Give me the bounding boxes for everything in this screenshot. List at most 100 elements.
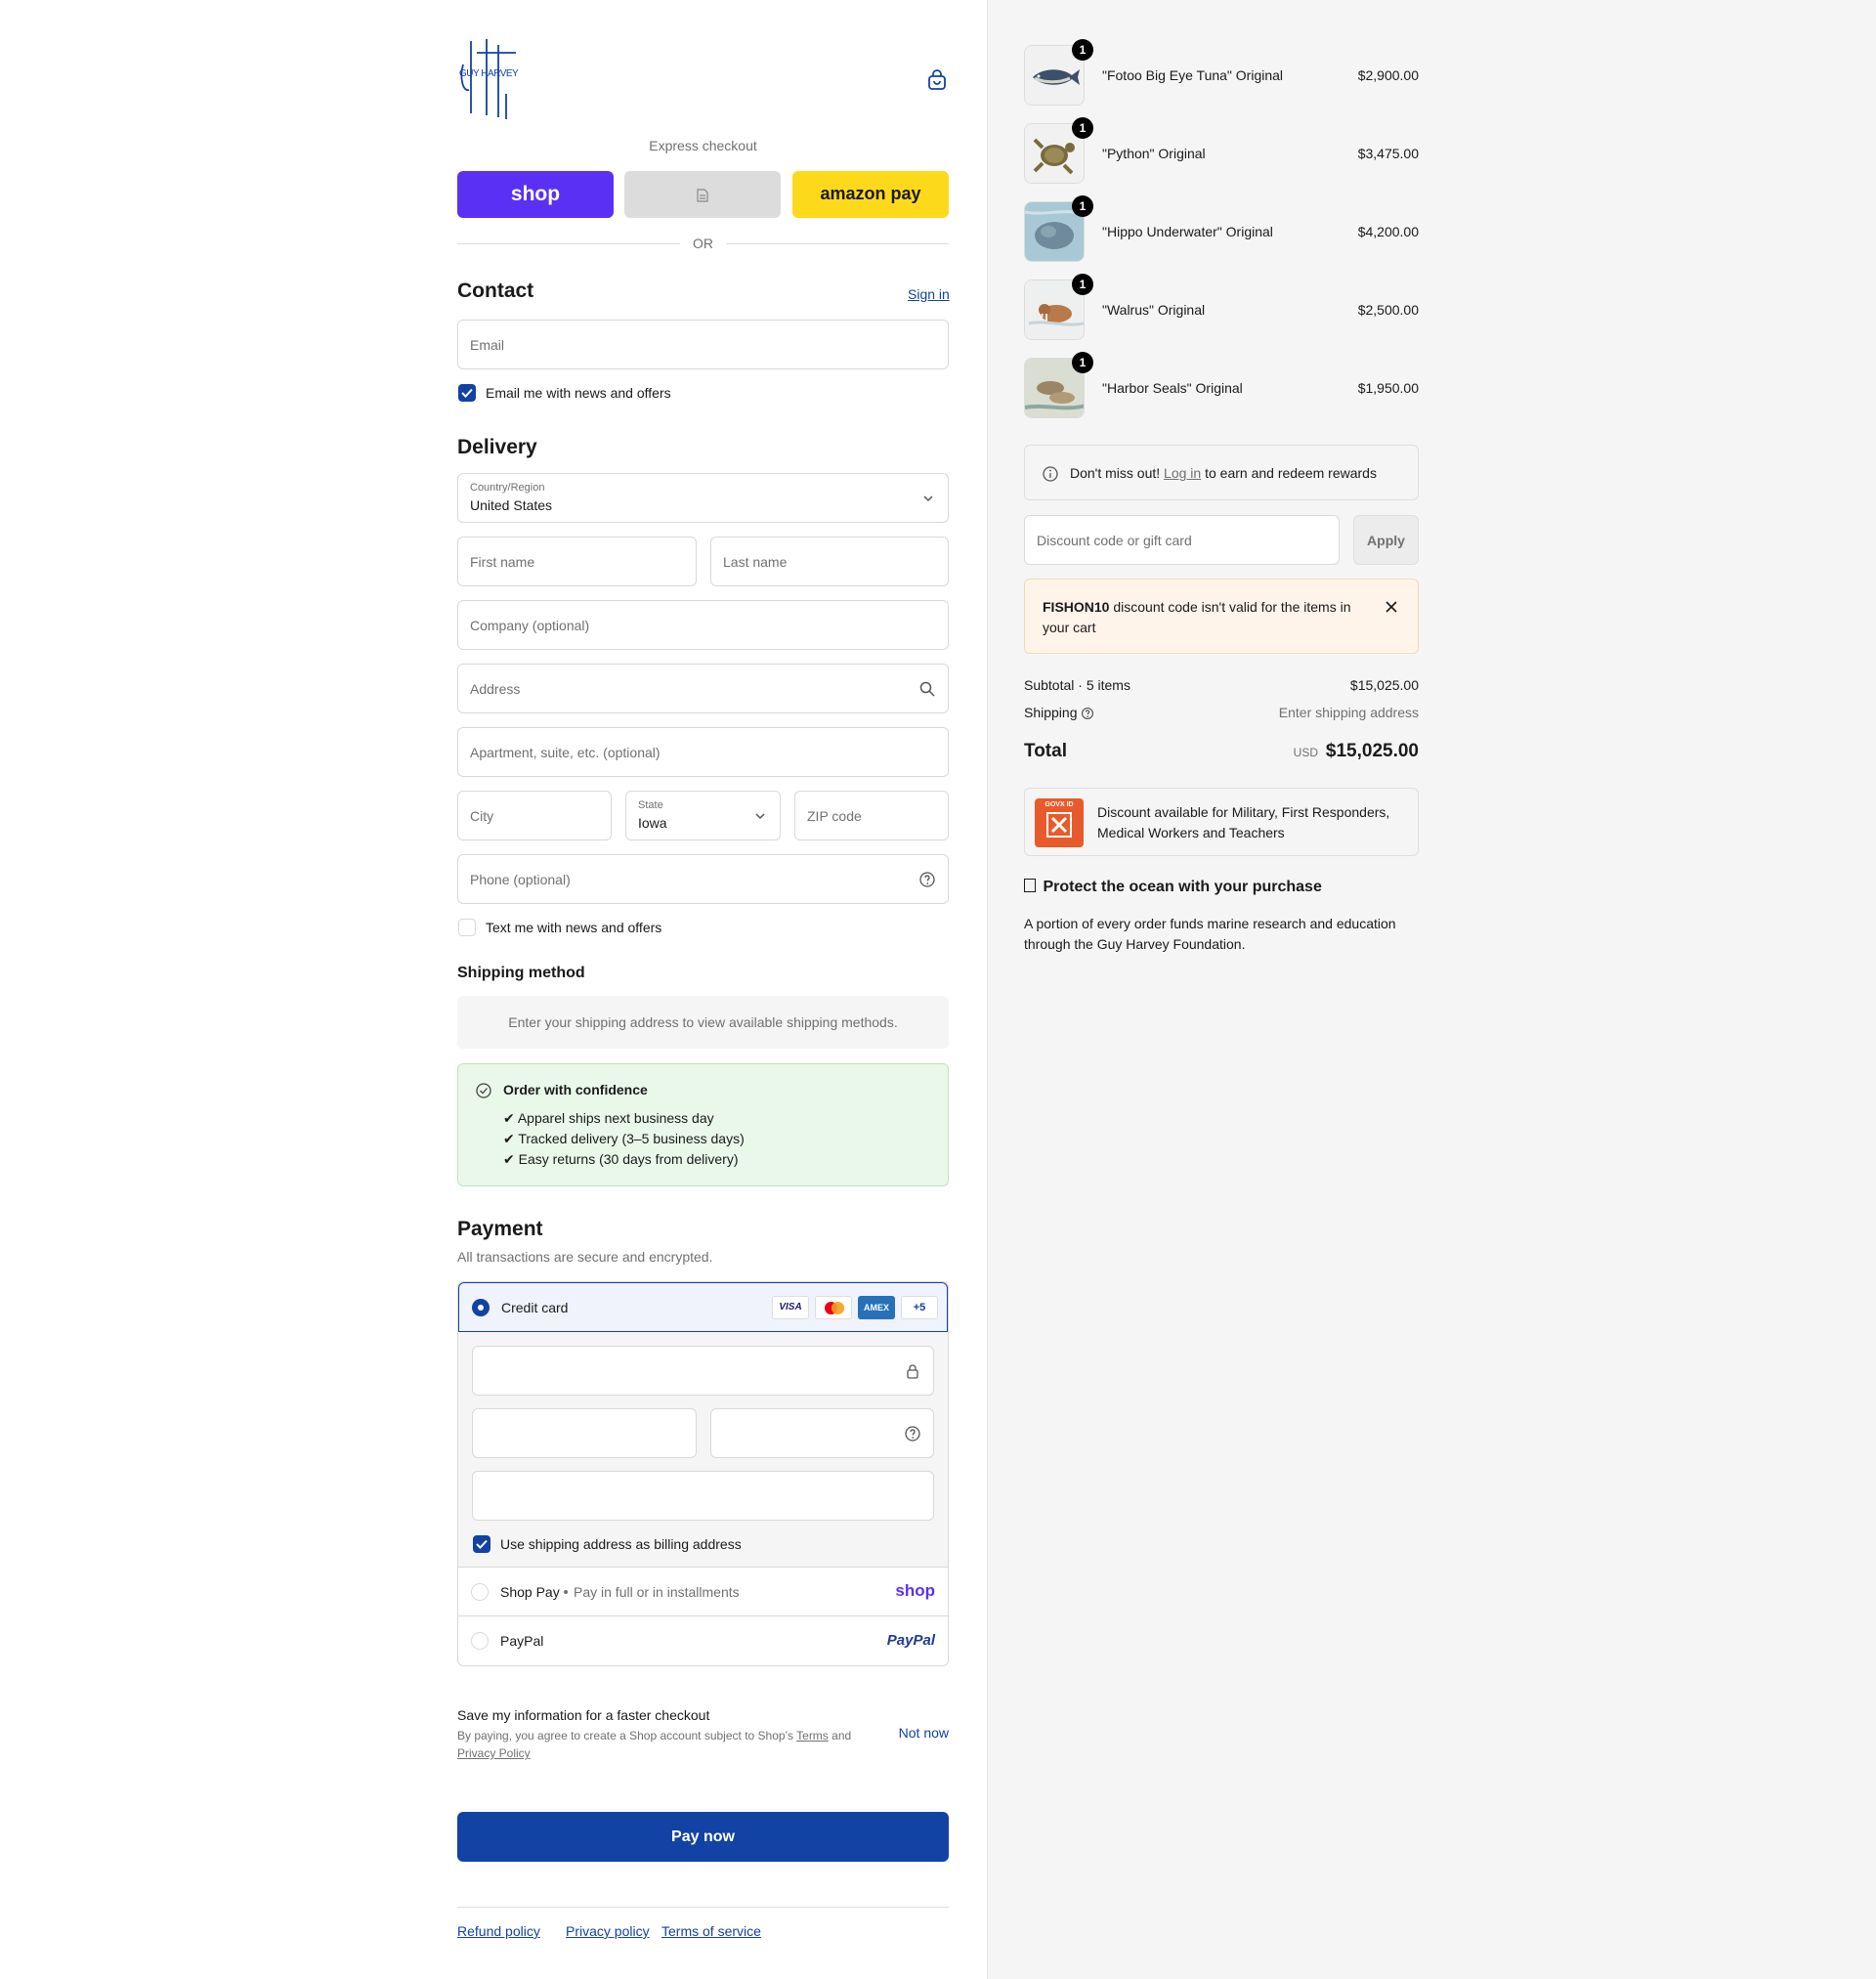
email-news-checkbox[interactable] [458, 384, 476, 402]
card-number-field[interactable] [472, 1346, 934, 1396]
security-code-field[interactable] [710, 1408, 934, 1458]
not-now-button[interactable]: Not now [879, 1725, 949, 1741]
cart-item-price: $2,500.00 [1357, 302, 1419, 318]
credit-card-label: Credit card [501, 1300, 569, 1315]
payment-heading: Payment [457, 1218, 543, 1240]
address-field[interactable]: Address [457, 664, 949, 713]
discount-error-text: FISHON10 discount code isn't valid for t… [1043, 599, 1351, 635]
expiry-field[interactable] [472, 1408, 697, 1458]
shipping-label: Shipping [1024, 705, 1078, 720]
shop-pay-logo: shop [895, 1581, 935, 1600]
quantity-badge: 1 [1072, 39, 1093, 61]
state-select[interactable]: State Iowa [625, 791, 781, 840]
total-label: Total [1024, 741, 1067, 761]
confidence-point: ✔ Apparel ships next business day [503, 1110, 714, 1126]
cart-item-name: "Python" Original [1102, 146, 1206, 161]
city-field[interactable]: City [457, 791, 612, 840]
shop-pay-radio[interactable] [471, 1583, 489, 1601]
brand-logo[interactable]: GUY HARVEY [457, 35, 526, 121]
text-news-checkbox[interactable] [458, 919, 476, 936]
quantity-badge: 1 [1072, 195, 1093, 217]
payment-methods-box: Credit card VISA AMEX +5 Use shipping ad… [457, 1281, 949, 1666]
privacy-policy-link[interactable]: Privacy Policy [457, 1746, 531, 1760]
info-icon [1043, 466, 1058, 482]
save-info-title: Save my information for a faster checkou… [457, 1707, 710, 1723]
govx-discount-banner[interactable]: GOVX ID Discount available for Military,… [1024, 788, 1419, 856]
amex-icon: AMEX [858, 1296, 895, 1319]
amazon-pay-express-button[interactable]: amazon pay [792, 171, 949, 218]
document-icon [1024, 879, 1036, 892]
billing-same-checkbox[interactable] [473, 1535, 490, 1553]
confidence-point: ✔ Easy returns (30 days from delivery) [503, 1151, 739, 1167]
quantity-badge: 1 [1072, 274, 1093, 295]
credit-card-option[interactable]: Credit card VISA AMEX +5 [458, 1282, 948, 1332]
terms-of-service-link[interactable]: Terms of service [661, 1923, 761, 1939]
rewards-text: Don't miss out! Log in to earn and redee… [1070, 465, 1377, 481]
ocean-heading: Protect the ocean with your purchase [1024, 879, 1322, 896]
cart-item-name: "Fotoo Big Eye Tuna" Original [1102, 67, 1284, 83]
or-separator: OR [693, 236, 713, 251]
cart-icon[interactable] [925, 68, 949, 92]
order-summary-panel [987, 0, 1876, 1979]
billing-same-label: Use shipping address as billing address [500, 1536, 742, 1552]
contact-heading: Contact [457, 280, 534, 302]
subtotal-label: Subtotal · 5 items [1024, 677, 1130, 693]
name-on-card-field[interactable] [472, 1471, 934, 1521]
shop-pay-label: Shop Pay [500, 1584, 560, 1600]
subtotal-value: $15,025.00 [1349, 677, 1419, 693]
pay-now-button[interactable]: Pay now [457, 1812, 949, 1862]
payment-subtitle: All transactions are secure and encrypte… [457, 1249, 713, 1265]
cart-item-name: "Harbor Seals" Original [1102, 380, 1243, 396]
cart-item-price: $4,200.00 [1357, 224, 1419, 239]
apply-discount-button[interactable]: Apply [1353, 515, 1419, 565]
last-name-field[interactable]: Last name [710, 537, 949, 586]
shop-pay-express-button[interactable]: shop [457, 171, 614, 218]
divider-left [457, 243, 680, 244]
search-icon [919, 681, 935, 697]
quantity-badge: 1 [1072, 352, 1093, 373]
total-value: USD $15,025.00 [1293, 741, 1419, 761]
paypal-radio[interactable] [471, 1632, 489, 1650]
cart-item-name: "Hippo Underwater" Original [1102, 224, 1273, 239]
log-in-link[interactable]: Log in [1164, 465, 1201, 481]
privacy-policy-footer-link[interactable]: Privacy policy [566, 1923, 650, 1939]
close-icon[interactable] [1385, 600, 1398, 614]
help-circle-icon[interactable] [1081, 707, 1094, 720]
refund-policy-link[interactable]: Refund policy [457, 1923, 540, 1939]
paypal-option[interactable]: PayPal PayPal [458, 1615, 948, 1665]
document-icon [697, 189, 708, 202]
zip-field[interactable]: ZIP code [794, 791, 949, 840]
sign-in-link[interactable]: Sign in [908, 286, 950, 302]
phone-field[interactable]: Phone (optional) [457, 854, 949, 904]
delivery-heading: Delivery [457, 436, 537, 458]
credit-card-radio[interactable] [472, 1299, 490, 1316]
company-field[interactable]: Company (optional) [457, 600, 949, 650]
mastercard-icon [815, 1296, 852, 1319]
shop-pay-option[interactable]: Shop Pay Pay in full or in installments … [458, 1567, 948, 1615]
email-field[interactable]: Email [457, 320, 949, 369]
chevron-down-icon [923, 495, 933, 501]
card-details-panel: Use shipping address as billing address [458, 1332, 948, 1567]
country-select[interactable]: Country/Region United States [457, 473, 949, 523]
help-circle-icon[interactable] [918, 871, 936, 888]
chevron-down-icon [755, 812, 765, 819]
help-circle-icon[interactable] [904, 1425, 921, 1442]
shipping-method-heading: Shipping method [457, 965, 585, 981]
dot-separator [564, 1590, 568, 1594]
terms-link[interactable]: Terms [796, 1729, 829, 1742]
confidence-point: ✔ Tracked delivery (3–5 business days) [503, 1131, 745, 1146]
confidence-title: Order with confidence [503, 1082, 648, 1097]
paypal-label: PayPal [500, 1633, 544, 1649]
discount-code-field[interactable]: Discount code or gift card [1024, 515, 1340, 565]
apartment-field[interactable]: Apartment, suite, etc. (optional) [457, 727, 949, 777]
express-checkout-label: Express checkout [649, 138, 757, 153]
first-name-field[interactable]: First name [457, 537, 697, 586]
email-news-label: Email me with news and offers [486, 385, 671, 401]
google-pay-express-button[interactable] [624, 171, 781, 218]
cart-item-price: $2,900.00 [1357, 67, 1419, 83]
govx-logo: GOVX ID [1035, 798, 1084, 847]
govx-text: Discount available for Military, First R… [1097, 804, 1390, 840]
discount-error-banner: FISHON10 discount code isn't valid for t… [1024, 579, 1419, 654]
quantity-badge: 1 [1072, 117, 1093, 139]
more-cards-badge: +5 [901, 1296, 938, 1319]
